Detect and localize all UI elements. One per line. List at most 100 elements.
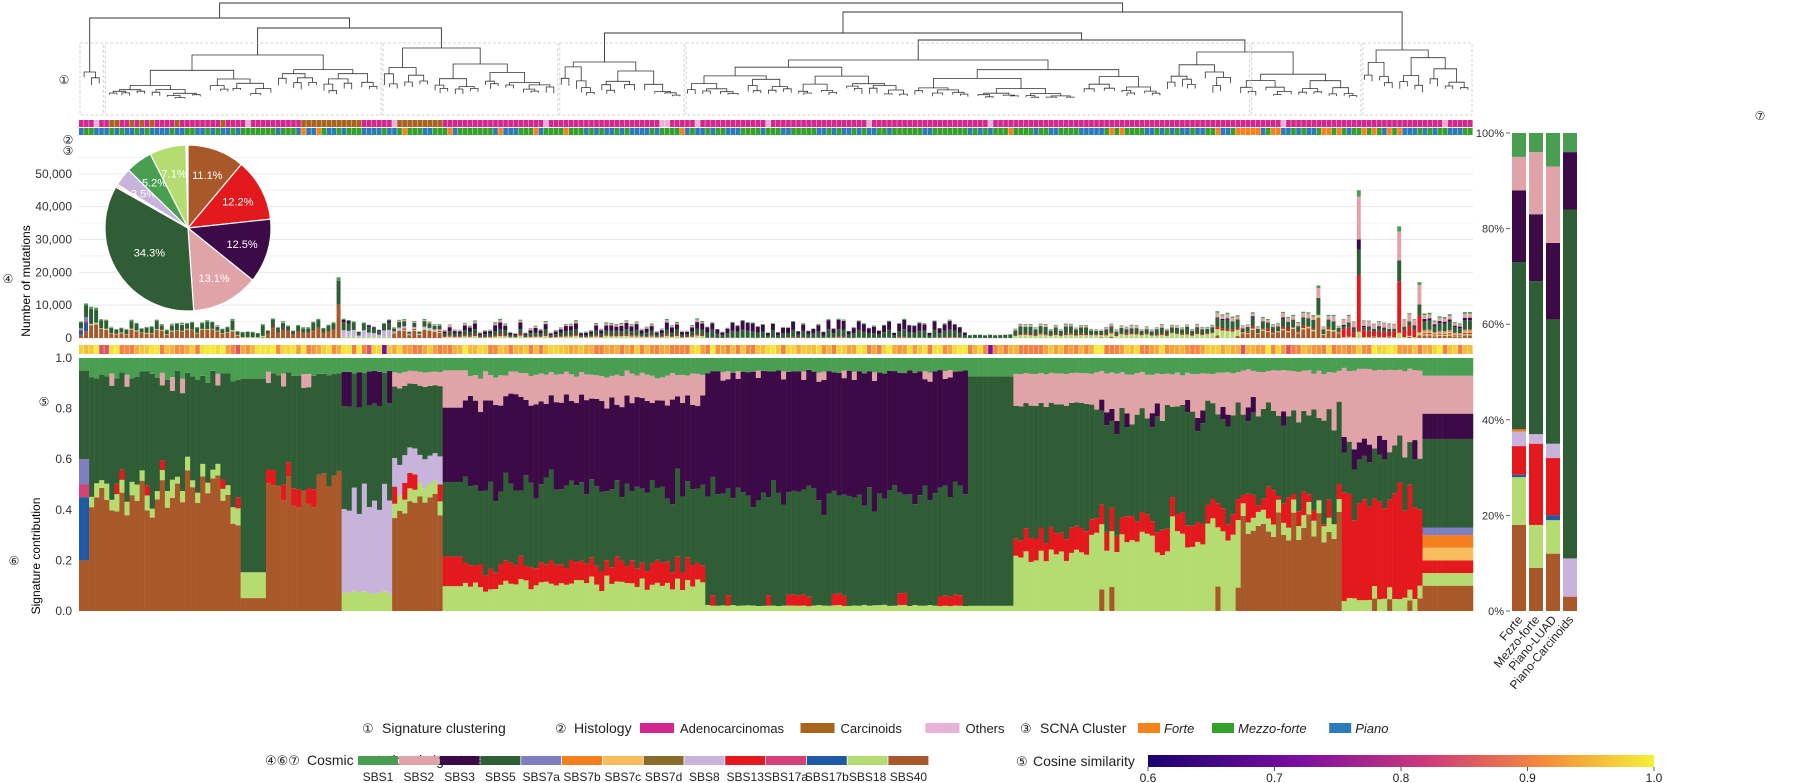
mutation-segment	[957, 332, 962, 338]
contribution-segment	[690, 565, 696, 587]
contribution-segment	[1104, 550, 1110, 611]
mutation-segment	[1467, 317, 1472, 321]
mutation-segment	[680, 331, 684, 333]
mutation-segment	[1346, 327, 1351, 337]
scna-cell	[1033, 128, 1039, 135]
mutation-segment	[1467, 335, 1472, 338]
mutation-segment	[478, 332, 482, 334]
mutation-segment	[412, 321, 417, 323]
mutation-segment	[84, 303, 88, 306]
mutation-segment	[1230, 321, 1235, 330]
cosine-colorbar	[1148, 755, 1654, 767]
mutation-segment	[1447, 319, 1452, 322]
legend-cosmic-signatures: ④⑥⑦ Cosmic mutational signatures SBS1SBS…	[265, 752, 929, 783]
contribution-segment	[664, 582, 671, 611]
contribution-segment	[553, 402, 560, 490]
summary-segment	[1546, 515, 1560, 521]
histology-cell	[816, 120, 822, 127]
mutation-segment	[937, 328, 942, 334]
mutation-segment	[841, 319, 846, 321]
contribution-segment	[700, 582, 706, 611]
contribution-segment	[669, 372, 676, 400]
scna-cell	[281, 128, 286, 135]
mutation-segment	[518, 334, 523, 336]
contribution-segment	[720, 605, 726, 611]
scna-cell	[579, 128, 584, 135]
mutation-segment	[89, 306, 94, 310]
contribution-segment	[1008, 605, 1014, 611]
mutation-segment	[523, 332, 528, 334]
contribution-segment	[1124, 542, 1130, 611]
contribution-segment	[205, 493, 211, 611]
cosine-cell	[1003, 345, 1008, 354]
mutation-segment	[1462, 335, 1467, 338]
scna-cell	[518, 128, 524, 135]
histology-cell	[447, 120, 453, 127]
dendrogram-branch	[1273, 94, 1282, 96]
mutation-segment	[1427, 330, 1432, 332]
contribution-segment	[164, 490, 171, 508]
mutation-segment	[1159, 334, 1164, 338]
mutation-segment	[695, 322, 700, 329]
contribution-segment	[265, 469, 272, 484]
histology-cell	[488, 120, 493, 127]
contribution-segment	[210, 370, 216, 470]
contribution-segment	[1442, 438, 1448, 528]
mutation-segment	[1134, 333, 1139, 335]
mutation-segment	[1215, 326, 1220, 330]
histology-cell	[275, 120, 281, 127]
mutation-segment	[765, 335, 770, 338]
mutation-segment	[599, 330, 604, 334]
contribution-segment	[624, 582, 630, 611]
contribution-segment	[710, 358, 716, 372]
legend-clustering: ① Signature clustering	[362, 720, 506, 736]
contribution-segment	[1442, 560, 1448, 574]
contribution-segment	[1291, 512, 1297, 611]
cosine-cell	[508, 345, 513, 354]
mutation-segment	[169, 325, 174, 331]
cosine-cell	[159, 345, 165, 354]
cosine-cell	[503, 345, 508, 354]
mutation-segment	[1058, 335, 1063, 336]
mutation-segment	[644, 336, 649, 338]
contribution-segment	[467, 376, 474, 396]
cosine-cell	[1073, 345, 1079, 354]
mutation-segment	[1185, 327, 1190, 334]
mutation-segment	[1144, 327, 1149, 330]
mutation-segment	[725, 327, 730, 329]
contribution-segment	[1437, 560, 1443, 574]
histology-cell	[1038, 120, 1044, 127]
contribution-segment	[1447, 438, 1454, 528]
mutation-segment	[149, 326, 154, 328]
contribution-segment	[917, 371, 923, 496]
contribution-segment	[1366, 358, 1373, 370]
contribution-segment	[1432, 573, 1438, 586]
mutation-segment	[629, 335, 634, 337]
scna-cell	[240, 128, 246, 135]
contribution-segment	[1215, 414, 1221, 504]
scna-cell	[1296, 128, 1301, 135]
contribution-segment	[144, 358, 150, 372]
mutation-segment	[1326, 314, 1331, 317]
cosine-cell	[558, 345, 564, 354]
histology-cell	[286, 120, 291, 127]
contribution-segment	[387, 358, 393, 371]
contribution-segment	[457, 370, 464, 408]
contribution-segment	[1291, 410, 1297, 494]
contribution-segment	[169, 358, 176, 378]
contribution-segment	[659, 400, 666, 487]
scna-cell	[1063, 128, 1069, 135]
contribution-segment	[210, 469, 216, 479]
contribution-segment	[538, 358, 544, 374]
histology-cell	[1382, 120, 1387, 127]
mutation-segment	[1281, 311, 1286, 314]
mutation-segment	[1255, 334, 1260, 338]
legend-scna-label: Mezzo-forte	[1238, 721, 1307, 736]
dendrogram-branch	[136, 90, 146, 94]
mutation-segment	[1109, 332, 1114, 334]
contribution-segment	[907, 494, 913, 606]
summary-segment	[1563, 596, 1577, 611]
contribution-segment	[1235, 499, 1241, 521]
contribution-segment	[422, 358, 428, 373]
mutation-segment	[382, 322, 386, 324]
